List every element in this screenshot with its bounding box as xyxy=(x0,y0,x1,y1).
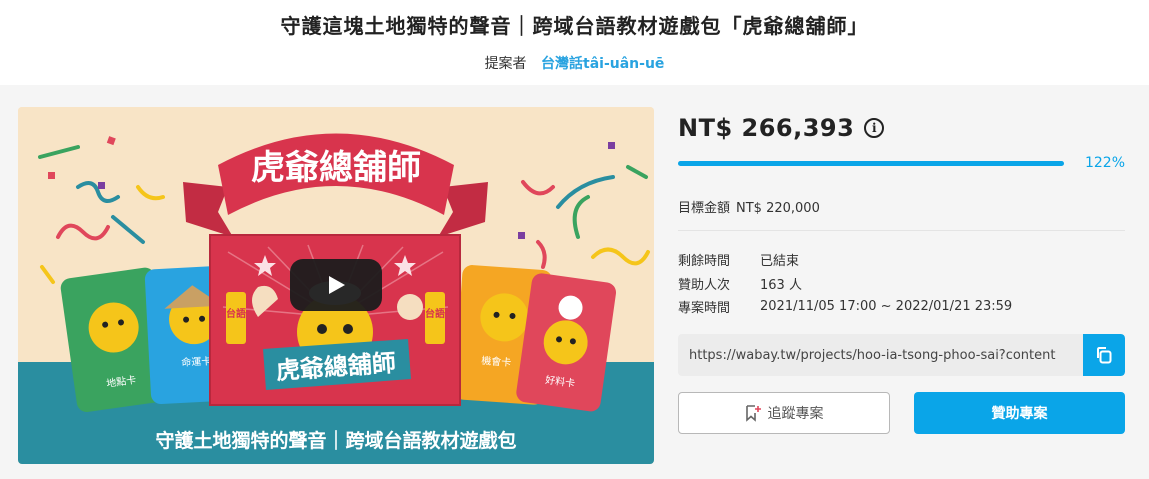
backers-label: 贊助人次 xyxy=(678,277,731,293)
project-video[interactable]: 虎爺總舖師 守護土地獨特的聲音｜跨域台語教材遊戲包 地點卡 命運卡 機會卡 好料… xyxy=(18,107,654,464)
info-row-period: 專案時間 2021/11/05 17:00 ~ 2022/01/21 23:59 xyxy=(678,295,1012,319)
funding-progress-bar xyxy=(678,161,1064,166)
backers-value: 163 人 xyxy=(760,277,802,293)
period-label: 專案時間 xyxy=(678,301,731,317)
remaining-time-value: 已結束 xyxy=(760,254,800,270)
funding-progress-fill xyxy=(678,161,1064,166)
goal-label: 目標金額 xyxy=(678,201,731,216)
info-row-backers: 贊助人次 163 人 xyxy=(678,272,1012,296)
divider xyxy=(678,230,1125,231)
back-project-button[interactable]: 贊助專案 xyxy=(914,392,1125,434)
follow-project-label: 追蹤專案 xyxy=(767,406,824,422)
remaining-time-label: 剩餘時間 xyxy=(678,254,731,270)
back-project-label: 贊助專案 xyxy=(991,406,1048,422)
funding-percent: 122% xyxy=(1084,155,1125,171)
banner-title: 虎爺總舖師 xyxy=(251,148,421,188)
raised-amount: NT$ 266,393 xyxy=(678,114,855,142)
youtube-play-icon[interactable] xyxy=(290,259,382,311)
follow-project-button[interactable]: 追蹤專案 xyxy=(678,392,890,434)
proposer-link[interactable]: 台灣話tâi-uân-uē xyxy=(541,56,664,72)
share-url-box: https://wabay.tw/projects/hoo-ia-tsong-p… xyxy=(678,334,1125,376)
copy-button[interactable] xyxy=(1083,334,1125,376)
amount-row: NT$ 266,393 i xyxy=(678,114,885,142)
goal-line: 目標金額 NT$ 220,000 xyxy=(678,197,820,216)
period-value: 2021/11/05 17:00 ~ 2022/01/21 23:59 xyxy=(760,299,1013,315)
proposer-line: 提案者 台灣話tâi-uân-uē xyxy=(0,53,1149,73)
copy-icon xyxy=(1097,347,1112,364)
share-url-field[interactable]: https://wabay.tw/projects/hoo-ia-tsong-p… xyxy=(678,348,1083,363)
goal-value: NT$ 220,000 xyxy=(736,201,820,216)
project-title: 守護這塊土地獨特的聲音｜跨域台語教材遊戲包「虎爺總舖師」 xyxy=(280,14,869,38)
info-icon[interactable]: i xyxy=(864,118,885,138)
box-side-label-right: 台語 xyxy=(425,307,445,320)
project-info-list: 剩餘時間 已結束 贊助人次 163 人 專案時間 2021/11/05 17:0… xyxy=(678,248,1012,319)
media-tagline: 守護土地獨特的聲音｜跨域台語教材遊戲包 xyxy=(155,429,516,452)
info-row-remaining: 剩餘時間 已結束 xyxy=(678,248,1012,272)
box-side-label-left: 台語 xyxy=(226,307,246,320)
bookmark-icon xyxy=(745,404,761,422)
proposer-label: 提案者 xyxy=(484,56,527,72)
